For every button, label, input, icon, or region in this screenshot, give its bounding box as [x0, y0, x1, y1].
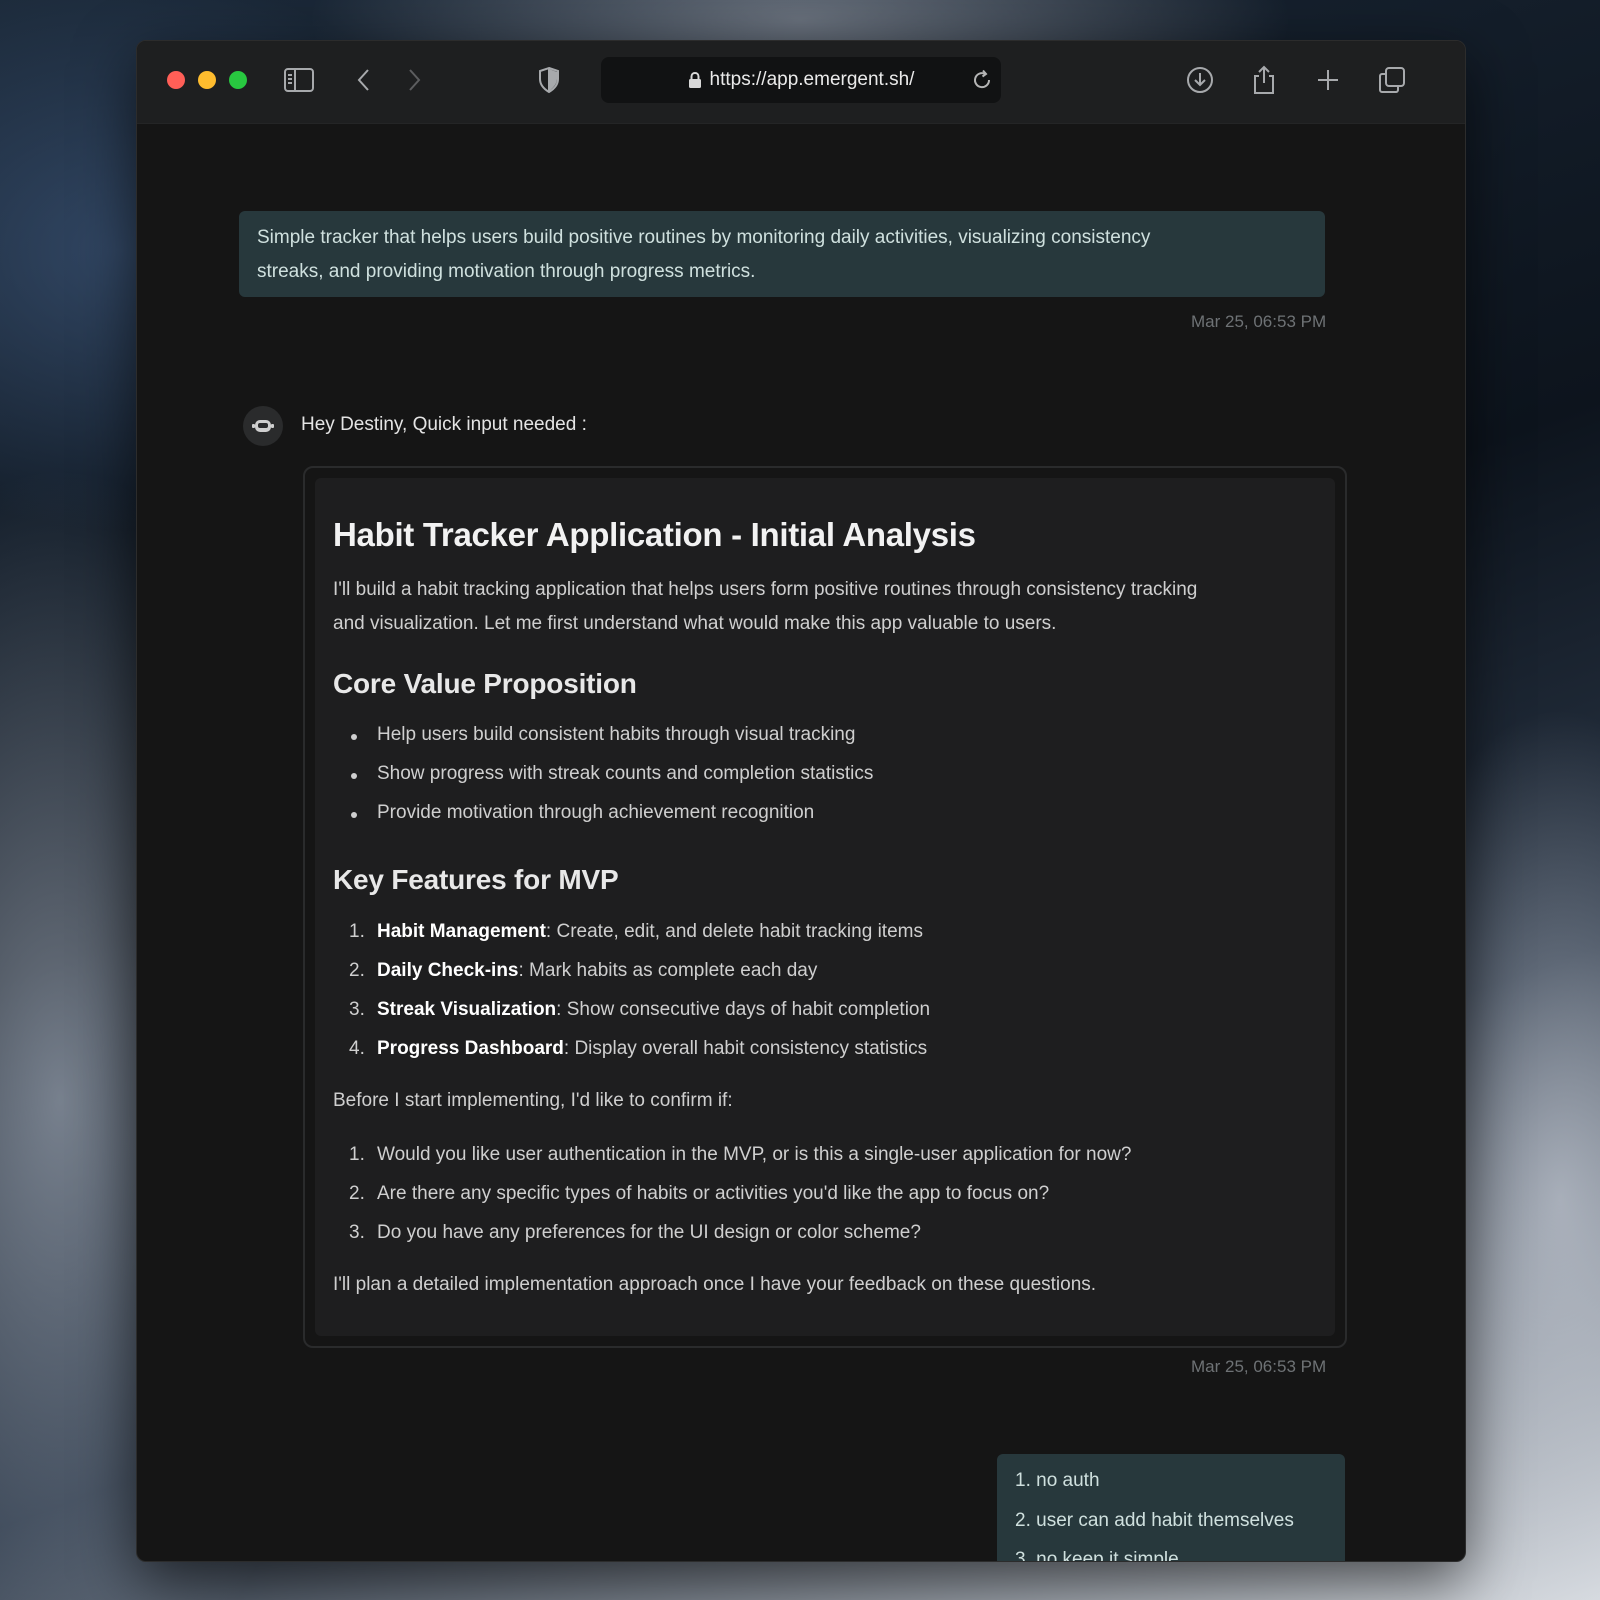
question-number: 2. — [349, 1183, 365, 1204]
share-icon[interactable] — [1247, 63, 1281, 97]
feature-desc: : Mark habits as complete each day — [518, 960, 818, 981]
question-item: Are there any specific types of habits o… — [377, 1183, 1050, 1204]
feature-item: Streak Visualization: Show consecutive d… — [377, 999, 930, 1021]
sidebar-icon[interactable] — [282, 63, 316, 97]
question-item: Would you like user authentication in th… — [377, 1144, 1132, 1165]
feature-number: 2. — [349, 960, 365, 981]
reload-icon[interactable] — [971, 69, 993, 91]
bullet-marker — [351, 812, 357, 818]
feature-name: Habit Management — [377, 921, 546, 942]
feature-name: Streak Visualization — [377, 999, 557, 1020]
feature-name: Progress Dashboard — [377, 1038, 564, 1059]
maximize-window-button[interactable] — [229, 71, 247, 89]
feature-desc: : Display overall habit consistency stat… — [563, 1038, 928, 1059]
chat-content: Simple tracker that helps users build po… — [137, 124, 1465, 1561]
tabs-overview-icon[interactable] — [1375, 63, 1409, 97]
assistant-message-card: Habit Tracker Application - Initial Anal… — [303, 466, 1347, 1348]
forward-icon[interactable] — [397, 63, 431, 97]
feature-item: Habit Management: Create, edit, and dele… — [377, 921, 923, 943]
bullet-item: Show progress with streak counts and com… — [377, 763, 874, 784]
feature-number: 3. — [349, 999, 365, 1020]
shield-icon[interactable] — [532, 63, 566, 97]
assistant-timestamp: Mar 25, 06:53 PM — [1191, 1357, 1327, 1376]
reply-item: 3. no keep it simple — [1015, 1549, 1179, 1562]
url-text: https://app.emergent.sh/ — [709, 69, 915, 90]
question-item: Do you have any preferences for the UI d… — [377, 1222, 921, 1243]
bullet-item: Help users build consistent habits throu… — [377, 724, 856, 745]
message-title: Habit Tracker Application - Initial Anal… — [333, 516, 976, 553]
browser-window: https://app.emergent.sh/ Simple tracker … — [136, 40, 1466, 1562]
close-window-button[interactable] — [167, 71, 185, 89]
user-prompt-bubble: Simple tracker that helps users build po… — [239, 211, 1325, 297]
prompt-timestamp: Mar 25, 06:53 PM — [1191, 312, 1327, 331]
assistant-message-body: Habit Tracker Application - Initial Anal… — [315, 478, 1335, 1336]
feature-number: 1. — [349, 921, 365, 942]
confirm-text: Before I start implementing, I'd like to… — [333, 1090, 733, 1111]
question-number: 1. — [349, 1144, 365, 1165]
closing-text: I'll plan a detailed implementation appr… — [333, 1274, 1097, 1295]
feature-item: Progress Dashboard: Display overall habi… — [377, 1038, 927, 1060]
feature-desc: : Show consecutive days of habit complet… — [556, 999, 931, 1020]
back-icon[interactable] — [347, 63, 381, 97]
browser-toolbar: https://app.emergent.sh/ — [137, 41, 1465, 124]
intro-line-1: I'll build a habit tracking application … — [333, 579, 1198, 600]
intro-line-2: and visualization. Let me first understa… — [333, 613, 1057, 634]
lock-icon — [688, 71, 701, 88]
section-title-key-features: Key Features for MVP — [333, 864, 619, 895]
feature-name: Daily Check-ins — [377, 960, 519, 981]
download-icon[interactable] — [1183, 63, 1217, 97]
reply-item: 1. no auth — [1015, 1470, 1100, 1491]
bot-avatar-icon — [243, 406, 283, 446]
minimize-window-button[interactable] — [198, 71, 216, 89]
bullet-item: Provide motivation through achievement r… — [377, 802, 815, 823]
bullet-marker — [351, 734, 357, 740]
section-title-core-value: Core Value Proposition — [333, 668, 637, 699]
assistant-greeting: Hey Destiny, Quick input needed : — [301, 414, 587, 435]
bullet-marker — [351, 773, 357, 779]
feature-number: 4. — [349, 1038, 365, 1059]
prompt-line-1: Simple tracker that helps users build po… — [257, 227, 1151, 248]
address-bar[interactable]: https://app.emergent.sh/ — [601, 57, 1001, 103]
new-tab-icon[interactable] — [1311, 63, 1345, 97]
feature-item: Daily Check-ins: Mark habits as complete… — [377, 960, 817, 982]
question-number: 3. — [349, 1222, 365, 1243]
reply-item: 2. user can add habit themselves — [1015, 1510, 1294, 1531]
user-reply-bubble: 1. no auth 2. user can add habit themsel… — [997, 1454, 1345, 1562]
feature-desc: : Create, edit, and delete habit trackin… — [545, 921, 923, 942]
prompt-line-2: streaks, and providing motivation throug… — [257, 261, 756, 282]
